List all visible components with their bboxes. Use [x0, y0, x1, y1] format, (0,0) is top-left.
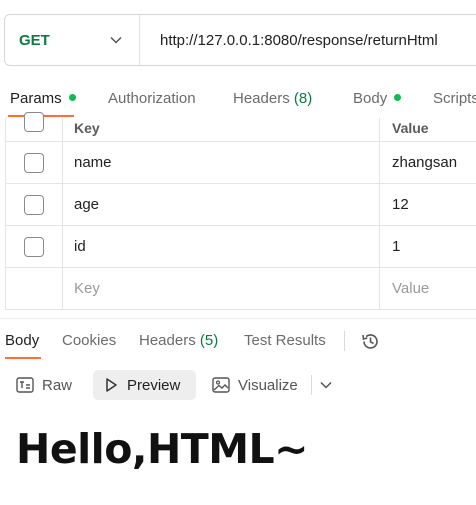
row-checkbox[interactable] [24, 236, 44, 257]
history-icon[interactable] [360, 331, 381, 352]
raw-icon [16, 377, 34, 393]
response-tabs: Body Cookies Headers (5) Test Results [0, 331, 476, 361]
raw-label: Raw [42, 376, 73, 394]
row-checkbox[interactable] [24, 194, 44, 215]
param-value[interactable]: 12 [381, 184, 409, 225]
tab-response-headers[interactable]: Headers (5) [139, 332, 218, 349]
tab-cookies[interactable]: Cookies [62, 332, 116, 349]
param-value[interactable]: zhangsan [381, 142, 457, 183]
param-key[interactable]: age [63, 184, 380, 225]
preview-label: Preview [127, 376, 181, 394]
tab-test-results[interactable]: Test Results [244, 332, 326, 349]
row-checkbox[interactable] [24, 152, 44, 173]
tab-response-body[interactable]: Body [5, 332, 39, 349]
param-key[interactable]: name [63, 142, 380, 183]
table-row: name zhangsan [6, 142, 476, 184]
table-row-new: Key Value [6, 268, 476, 310]
play-icon [106, 378, 117, 392]
method-select[interactable]: GET [5, 15, 140, 65]
divider [311, 375, 312, 395]
checkbox-cell [6, 142, 63, 183]
request-url-bar: GET http://127.0.0.1:8080/response/retur… [4, 14, 476, 66]
chevron-down-icon[interactable] [319, 378, 333, 392]
header-checkbox-cell [6, 112, 63, 141]
tab-scripts[interactable]: Scripts [433, 90, 476, 107]
raw-button[interactable]: Raw [16, 370, 72, 400]
image-icon [212, 377, 230, 393]
section-divider [0, 318, 476, 319]
tab-response-headers-count: (5) [199, 332, 219, 349]
table-row: id 1 [6, 226, 476, 268]
checkbox-cell [6, 268, 63, 309]
tab-headers-count: (8) [293, 90, 313, 107]
tab-body[interactable]: Body [353, 90, 402, 107]
visualize-button[interactable]: Visualize [212, 370, 298, 400]
params-table: Key Value name zhangsan age 12 id 1 Key … [5, 112, 476, 310]
header-key: Key [63, 118, 380, 141]
preview-button[interactable]: Preview [93, 370, 196, 400]
tab-body-label: Body [353, 90, 388, 107]
tab-headers[interactable]: Headers (8) [233, 90, 312, 107]
tab-params-label: Params [10, 90, 62, 107]
param-value[interactable]: 1 [381, 226, 400, 267]
new-key-input[interactable]: Key [63, 268, 380, 309]
url-input[interactable]: http://127.0.0.1:8080/response/returnHtm… [140, 32, 438, 49]
chevron-down-icon [110, 36, 122, 44]
request-tabs: Params Authorization Headers (8) Body Sc… [0, 88, 476, 118]
divider [344, 331, 345, 351]
tab-params[interactable]: Params [10, 90, 76, 107]
preview-content: Hello,HTML~ [16, 425, 309, 473]
view-mode-bar: Raw Preview Visualize [0, 370, 476, 400]
table-header-row: Key Value [6, 112, 476, 142]
header-value: Value [392, 120, 429, 136]
checkbox-cell [6, 226, 63, 267]
active-response-tab-underline [5, 357, 41, 359]
select-all-checkbox[interactable] [24, 112, 44, 132]
visualize-label: Visualize [238, 376, 298, 394]
tab-response-headers-label: Headers [139, 332, 196, 349]
new-value-input[interactable]: Value [381, 268, 429, 309]
method-label: GET [19, 31, 50, 49]
checkbox-cell [6, 184, 63, 225]
body-dot-icon [394, 93, 402, 101]
param-key[interactable]: id [63, 226, 380, 267]
tab-headers-label: Headers [233, 90, 290, 107]
tab-authorization[interactable]: Authorization [108, 90, 196, 107]
params-dot-icon [68, 93, 76, 101]
table-row: age 12 [6, 184, 476, 226]
